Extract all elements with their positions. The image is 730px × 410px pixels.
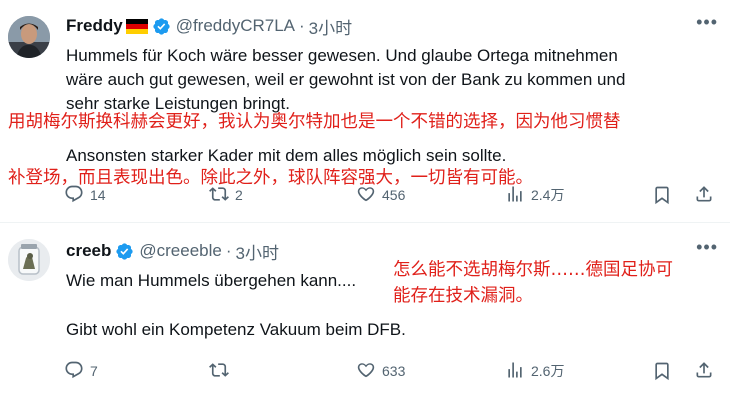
tweet-text-line: Gibt wohl ein Kompetenz Vakuum beim DFB. bbox=[66, 320, 406, 339]
display-name[interactable]: Freddy bbox=[66, 16, 123, 36]
verified-badge-icon[interactable] bbox=[115, 242, 134, 261]
like-count: 633 bbox=[382, 363, 406, 379]
reply-icon bbox=[64, 360, 84, 383]
repost-icon bbox=[209, 184, 229, 207]
separator-dot: · bbox=[299, 16, 305, 35]
like-button[interactable]: 633 bbox=[356, 360, 405, 382]
reply-count: 14 bbox=[90, 187, 106, 203]
like-count: 456 bbox=[382, 187, 406, 203]
tweet-header: creeb @creeeble · 3小时 bbox=[66, 239, 279, 264]
display-name[interactable]: creeb bbox=[66, 241, 111, 261]
timestamp[interactable]: 3小时 bbox=[236, 239, 279, 264]
like-icon bbox=[356, 360, 376, 383]
views-button[interactable]: 2.4万 bbox=[505, 184, 564, 206]
tweet-text-line: Hummels für Koch wäre besser gewesen. Un… bbox=[66, 46, 618, 65]
translation-annotation: 能存在技术漏洞。 bbox=[393, 286, 533, 306]
action-bar: 7 633 2.6万 bbox=[64, 360, 714, 382]
handle[interactable]: @freddyCR7LA bbox=[176, 16, 295, 36]
views-icon bbox=[505, 184, 525, 207]
views-button[interactable]: 2.6万 bbox=[505, 360, 564, 382]
avatar[interactable] bbox=[8, 16, 50, 58]
repost-button[interactable]: 2 bbox=[209, 184, 243, 206]
separator-dot: · bbox=[225, 241, 232, 260]
tweet-text-line: wäre auch gut gewesen, weil er gewohnt i… bbox=[66, 70, 626, 89]
verified-badge-icon[interactable] bbox=[152, 17, 171, 36]
more-icon[interactable]: ••• bbox=[696, 237, 718, 258]
tweet-text-line: Wie man Hummels übergehen kann.... bbox=[66, 271, 357, 290]
action-bar: 14 2 456 2.4万 bbox=[64, 184, 714, 206]
bookmark-icon[interactable] bbox=[652, 360, 672, 382]
repost-button[interactable] bbox=[209, 360, 235, 382]
more-icon[interactable]: ••• bbox=[696, 12, 718, 33]
germany-flag-icon bbox=[125, 18, 148, 34]
reply-button[interactable]: 14 bbox=[64, 184, 106, 206]
tweet-text-line: Ansonsten starker Kader mit dem alles mö… bbox=[66, 146, 507, 165]
view-count: 2.4万 bbox=[531, 187, 565, 203]
share-icon[interactable] bbox=[694, 184, 714, 207]
bookmark-icon[interactable] bbox=[652, 184, 672, 206]
like-icon bbox=[356, 184, 376, 207]
avatar[interactable] bbox=[8, 239, 50, 281]
translation-annotation: 用胡梅尔斯换科赫会更好，我认为奥尔特加也是一个不错的选择，因为他习惯替 bbox=[8, 112, 621, 132]
repost-count: 2 bbox=[235, 187, 243, 203]
share-icon[interactable] bbox=[694, 360, 714, 383]
handle[interactable]: @creeeble bbox=[139, 241, 221, 261]
timestamp[interactable]: 3小时 bbox=[309, 14, 352, 39]
view-count: 2.6万 bbox=[531, 363, 565, 379]
reply-button[interactable]: 7 bbox=[64, 360, 98, 382]
tweet-header: Freddy @freddyCR7LA · 3小时 bbox=[66, 14, 352, 39]
views-icon bbox=[505, 360, 525, 383]
reply-icon bbox=[64, 184, 84, 207]
reply-count: 7 bbox=[90, 363, 98, 379]
like-button[interactable]: 456 bbox=[356, 184, 405, 206]
repost-icon bbox=[209, 360, 229, 383]
translation-annotation: 怎么能不选胡梅尔斯……德国足协可 bbox=[393, 260, 673, 280]
